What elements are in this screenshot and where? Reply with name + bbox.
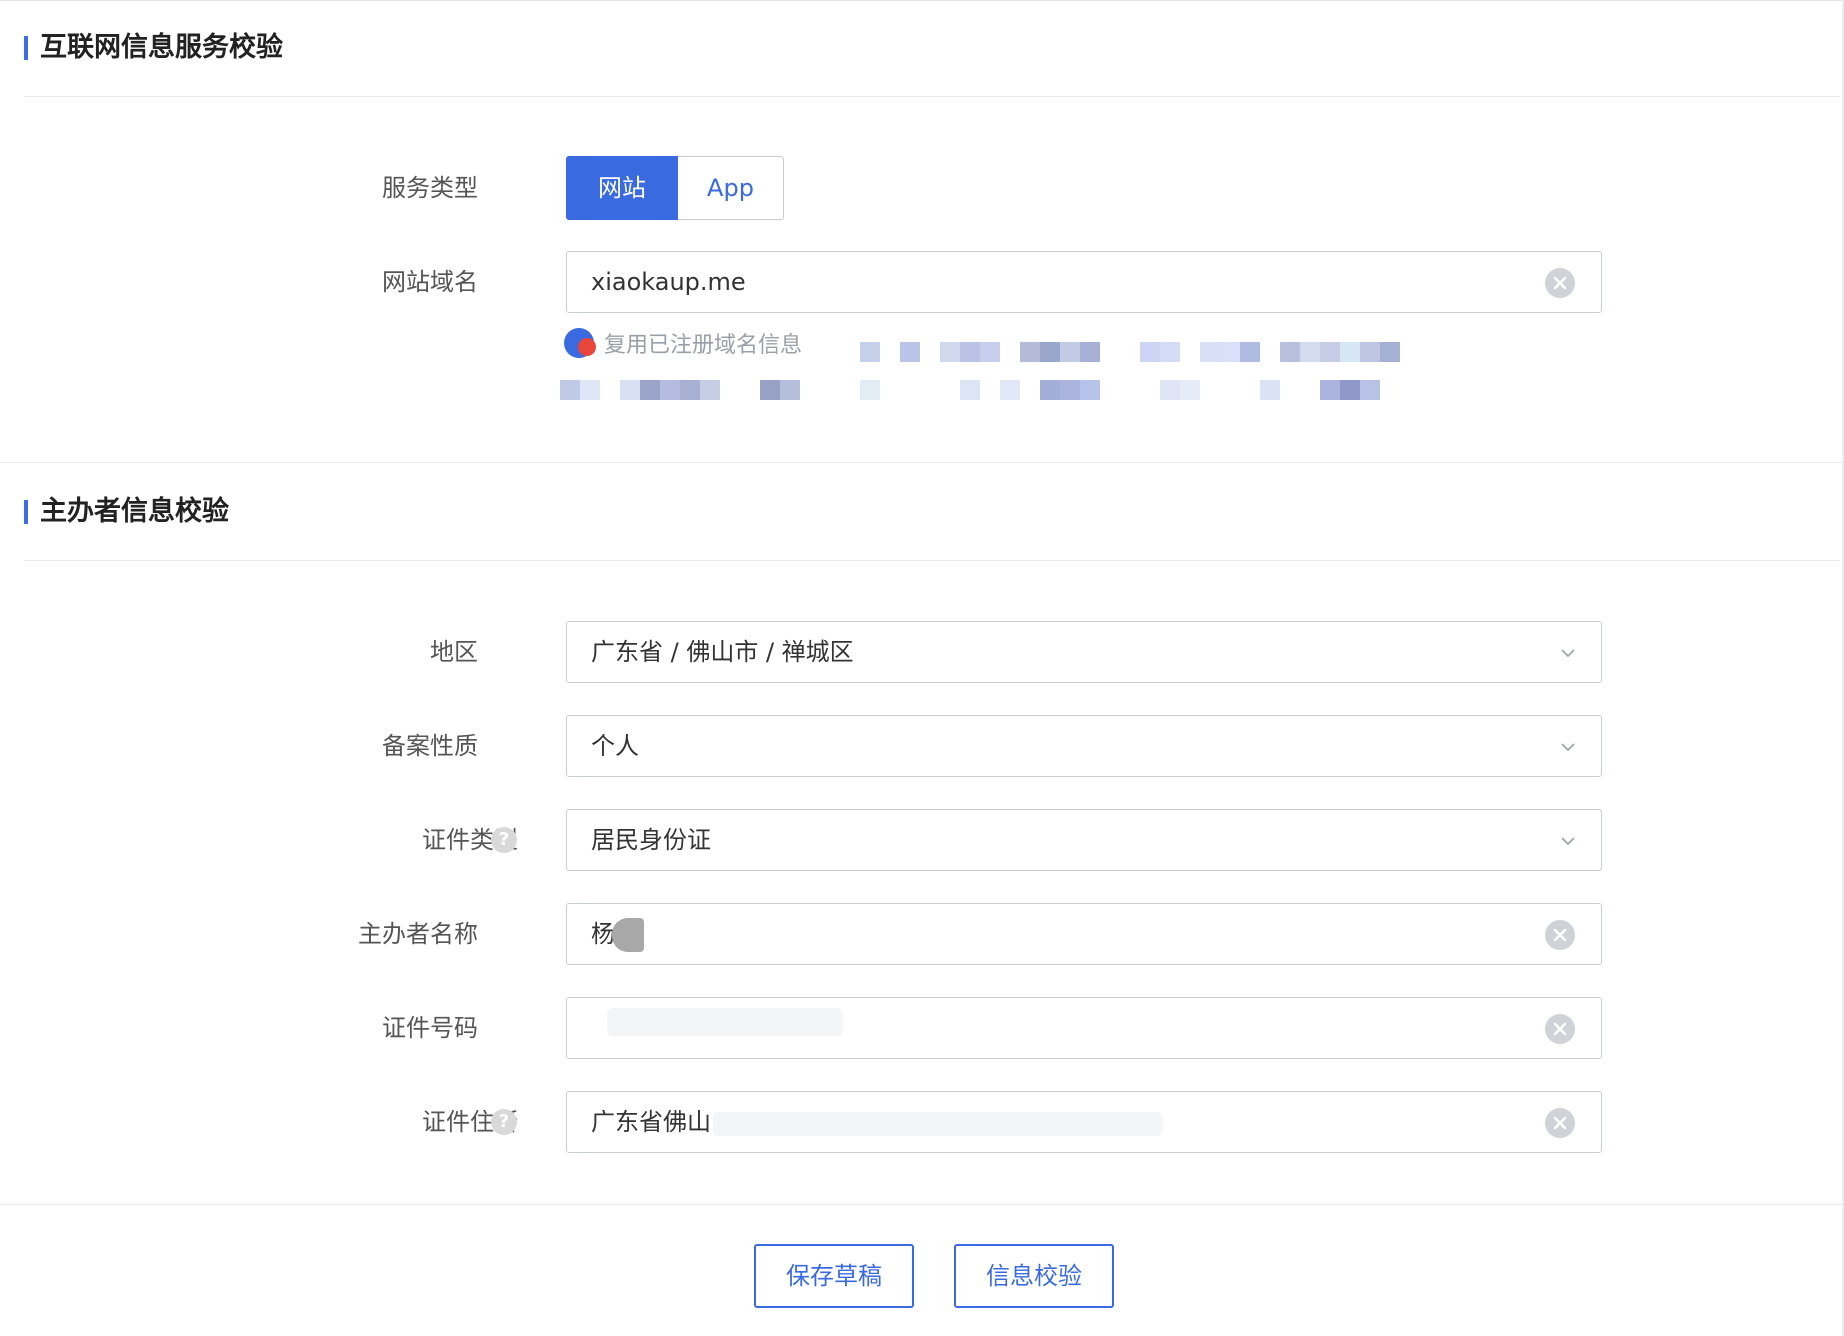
redaction-mark bbox=[607, 1008, 843, 1036]
help-icon[interactable]: ? bbox=[491, 1109, 517, 1135]
record-nature-select-value: 个人 bbox=[591, 732, 639, 760]
filing-verification-page: 互联网信息服务校验 服务类型 网站 App 网站域名 xiaokaup.me 复… bbox=[0, 0, 1844, 1336]
redaction-mark bbox=[612, 918, 644, 952]
cert-type-select-value: 居民身份证 bbox=[591, 826, 711, 854]
domain-label: 网站域名 bbox=[382, 268, 478, 296]
service-type-option-website[interactable]: 网站 bbox=[566, 156, 678, 220]
service-type-label: 服务类型 bbox=[382, 174, 478, 202]
cert-number-label: 证件号码 bbox=[382, 1014, 478, 1042]
reuse-domain-info-text: 复用已注册域名信息 bbox=[604, 333, 803, 358]
region-label: 地区 bbox=[430, 638, 478, 666]
reuse-icon bbox=[564, 328, 596, 358]
footer-divider bbox=[0, 1204, 1844, 1205]
clear-icon[interactable] bbox=[1545, 268, 1575, 298]
section-divider bbox=[24, 96, 1840, 97]
clear-icon[interactable] bbox=[1545, 920, 1575, 950]
top-border bbox=[0, 0, 1844, 1]
cert-address-input-value: 广东省佛山 bbox=[591, 1108, 711, 1136]
chevron-down-icon bbox=[1561, 837, 1575, 846]
domain-input[interactable]: xiaokaup.me bbox=[566, 251, 1602, 313]
save-draft-button[interactable]: 保存草稿 bbox=[754, 1244, 914, 1308]
region-select[interactable]: 广东省 / 佛山市 / 禅城区 bbox=[566, 621, 1602, 683]
record-nature-select[interactable]: 个人 bbox=[566, 715, 1602, 777]
cert-number-input[interactable] bbox=[566, 997, 1602, 1059]
sponsor-name-input[interactable]: 杨 bbox=[566, 903, 1602, 965]
redaction-mark bbox=[713, 1112, 1163, 1136]
service-type-segmented: 网站 App bbox=[566, 156, 784, 220]
cert-type-select[interactable]: 居民身份证 bbox=[566, 809, 1602, 871]
service-type-option-app[interactable]: App bbox=[678, 156, 784, 220]
domain-input-value: xiaokaup.me bbox=[591, 268, 746, 296]
clear-icon[interactable] bbox=[1545, 1014, 1575, 1044]
cert-address-input[interactable]: 广东省佛山 bbox=[566, 1091, 1602, 1153]
section-title-sponsor-info: 主办者信息校验 bbox=[24, 497, 229, 527]
sponsor-name-label: 主办者名称 bbox=[358, 920, 478, 948]
chevron-down-icon bbox=[1561, 743, 1575, 752]
region-select-value: 广东省 / 佛山市 / 禅城区 bbox=[591, 638, 854, 666]
chevron-down-icon bbox=[1561, 649, 1575, 658]
section-divider bbox=[24, 560, 1840, 561]
reuse-domain-info[interactable]: 复用已注册域名信息 bbox=[564, 328, 802, 358]
record-nature-label: 备案性质 bbox=[382, 732, 478, 760]
verify-info-button[interactable]: 信息校验 bbox=[954, 1244, 1114, 1308]
clear-icon[interactable] bbox=[1545, 1108, 1575, 1138]
section-title-internet-service: 互联网信息服务校验 bbox=[24, 33, 283, 63]
section-divider bbox=[0, 462, 1844, 463]
help-icon[interactable]: ? bbox=[491, 827, 517, 853]
